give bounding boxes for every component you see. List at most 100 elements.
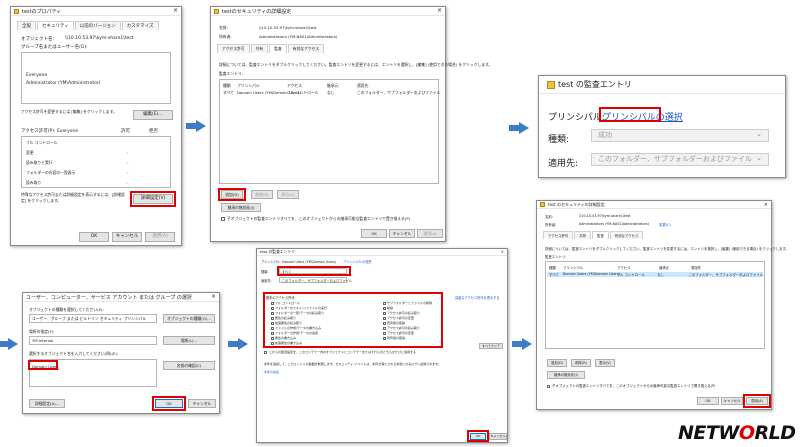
audit-entry-zoom: test の監査エントリ プリンシパル: プリンシパルの選択 種類: 成功 適用…	[538, 75, 786, 178]
clear-all-button[interactable]: すべてクリア	[479, 343, 503, 349]
permission-checkbox[interactable]: フォルダーのスキャン/ファイルの実行	[271, 306, 327, 310]
add-condition-link[interactable]: 条件の追加	[264, 370, 279, 374]
disable-inheritance-button[interactable]: 継承の無効化(I)	[547, 371, 585, 379]
permission-checkbox[interactable]: 属性の読み取り	[271, 316, 296, 320]
description-text: 詳細については、監査エントリをダブルクリックしてください。監査エントリを変更する…	[219, 62, 493, 67]
checkbox-icon[interactable]	[271, 306, 274, 310]
permission-checkbox[interactable]: アクセス許可の読み取り	[383, 326, 420, 330]
view-button[interactable]: 表示(V)	[595, 359, 615, 367]
permission-checkbox[interactable]: アクセス許可の変更	[383, 331, 414, 335]
type-dropdown[interactable]: 成功	[591, 129, 769, 142]
table-row[interactable]: すべて Domain Users (YM\Domain Users) フル コン…	[547, 272, 763, 277]
tab-auditing[interactable]: 監査	[269, 44, 287, 53]
ok-button[interactable]: OK	[361, 229, 387, 238]
checkbox-icon[interactable]	[271, 326, 274, 330]
ok-button[interactable]: OK	[697, 397, 719, 405]
user-administrator[interactable]: Administrator (YM\Administrator)	[26, 81, 100, 86]
checkbox-icon[interactable]	[271, 336, 274, 340]
permission-label: 属性の書き込み	[275, 336, 297, 340]
permission-checkbox[interactable]: 属性の書き込み	[271, 336, 296, 340]
view-button[interactable]: 表示(V)	[277, 190, 299, 199]
check-names-button[interactable]: 名前の確認(C)	[163, 361, 215, 370]
permission-checkbox[interactable]: 所有権の取得	[383, 336, 405, 340]
permission-checkbox[interactable]: 削除	[383, 306, 393, 310]
close-icon[interactable]: ×	[501, 249, 504, 255]
user-list[interactable]: Everyone Administrator (YM\Administrator…	[21, 52, 171, 104]
applies-dropdown[interactable]: このフォルダー、サブフォルダーおよびファイル	[591, 153, 769, 166]
permission-checkbox[interactable]: フォルダーの一覧/データの読み取り	[271, 311, 324, 315]
show-advanced-link[interactable]: 高度なアクセス許可を表示する	[455, 295, 499, 300]
cancel-button[interactable]: キャンセル	[489, 433, 507, 440]
permission-checkbox[interactable]: 所有権の取得	[383, 321, 405, 325]
tab-auditing[interactable]: 監査	[591, 231, 609, 239]
permission-checkbox[interactable]: ファイルの作成/データの書き込み	[271, 326, 321, 330]
highlight-box	[152, 396, 186, 411]
checkbox-icon[interactable]	[271, 316, 274, 320]
user-everyone[interactable]: Everyone	[26, 73, 47, 78]
tab-effective-access[interactable]: 有効なアクセス	[609, 231, 644, 239]
edit-button[interactable]: 編集(E)...	[133, 110, 173, 120]
permission-label: フル コントロール	[275, 301, 300, 305]
checkbox-icon[interactable]	[383, 326, 386, 330]
checkbox-icon[interactable]	[271, 311, 274, 315]
tab-permissions[interactable]: アクセス許可	[217, 44, 250, 53]
checkbox-icon[interactable]	[383, 321, 386, 325]
tab-permissions[interactable]: アクセス許可	[543, 231, 574, 239]
applies-dropdown[interactable]: このフォルダー、サブフォルダーおよびファイル	[279, 277, 352, 283]
table-row[interactable]: すべて Domain Users (YM\Domain Users) フル コン…	[223, 90, 441, 96]
change-owner-link[interactable]: 変更(C)	[659, 222, 671, 227]
apply-button[interactable]: 適用(A)	[417, 229, 443, 238]
checkbox-icon[interactable]	[383, 306, 386, 310]
object-types-button[interactable]: オブジェクトの種類(O)...	[163, 314, 215, 323]
permission-checkbox[interactable]: アクセス許可の変更	[383, 316, 414, 320]
cancel-button[interactable]: キャンセル	[389, 229, 415, 238]
disable-inheritance-button[interactable]: 継承の無効化(I)	[221, 203, 261, 212]
advanced-button[interactable]: 詳細設定(A)...	[29, 399, 65, 408]
checkbox-icon[interactable]	[264, 350, 267, 354]
tab-security[interactable]: セキュリティ	[37, 21, 74, 30]
permission-checkbox[interactable]: アクセス許可の読み取り	[383, 311, 420, 315]
checkbox-icon[interactable]	[271, 321, 274, 325]
checkbox-icon[interactable]	[383, 316, 386, 320]
add-button[interactable]: 追加(D)	[547, 359, 567, 367]
checkbox-icon[interactable]	[271, 331, 274, 335]
checkbox-icon[interactable]	[383, 301, 386, 305]
remove-button[interactable]: 削除(R)	[251, 190, 273, 199]
permission-checkbox[interactable]: フォルダーの作成/データの追加	[271, 331, 318, 335]
tab-effective-access[interactable]: 有効なアクセス	[287, 44, 325, 53]
checkbox-icon[interactable]	[383, 311, 386, 315]
checkbox-icon[interactable]	[271, 341, 274, 345]
permission-checkbox[interactable]: 拡張属性の読み取り	[271, 321, 302, 325]
replace-checkbox[interactable]: 子オブジェクトの監査エントリすべてを、このオブジェクトからの継承可能な監査エント…	[547, 383, 716, 388]
close-icon[interactable]: ×	[173, 8, 178, 14]
locations-button[interactable]: 場所(L)...	[163, 336, 215, 345]
cancel-button[interactable]: キャンセル	[188, 399, 216, 408]
remove-button[interactable]: 削除(R)	[571, 359, 591, 367]
checkbox-icon[interactable]	[383, 331, 386, 335]
close-icon[interactable]: ×	[437, 8, 442, 14]
replace-checkbox[interactable]: 子オブジェクトの監査エントリすべてを、このオブジェクトからの継承可能な監査エント…	[221, 216, 410, 222]
cancel-button[interactable]: キャンセル	[112, 232, 142, 242]
cancel-button[interactable]: キャンセル	[721, 397, 743, 405]
checkbox-icon[interactable]	[547, 384, 550, 388]
select-principal-link[interactable]: プリンシパルの選択	[343, 259, 372, 264]
apply-only-checkbox[interactable]: これらの監査設定を、このコンテナー内のオブジェクトとコンテナーまたはそれらのどち…	[264, 350, 416, 354]
checkbox-icon[interactable]	[383, 336, 386, 340]
permission-checkbox[interactable]: サブフォルダーとファイルの削除	[383, 301, 432, 305]
permission-checkbox[interactable]: 拡張属性の書き込み	[271, 341, 302, 345]
checkbox-icon[interactable]	[271, 301, 274, 305]
tab-customize[interactable]: カスタマイズ	[121, 21, 159, 30]
apply-button[interactable]: 適用(A)	[145, 232, 175, 242]
tab-share[interactable]: 共有	[250, 44, 269, 53]
tab-general[interactable]: 全般	[17, 21, 36, 30]
tab-share[interactable]: 共有	[574, 231, 591, 239]
ok-button[interactable]: OK	[79, 232, 109, 242]
checkbox-icon[interactable]	[221, 217, 225, 221]
permission-checkbox[interactable]: フル コントロール	[271, 301, 300, 305]
close-icon[interactable]: ×	[764, 202, 768, 208]
close-icon[interactable]: ×	[211, 294, 216, 300]
tab-previous-versions[interactable]: 以前のバージョン	[74, 21, 121, 30]
audit-entry-table: 種類 プリンシパル アクセス 継承元 適用先 すべて Domain Users …	[545, 261, 765, 349]
name-value: \\10.10.53.97\kym-share1\test	[579, 214, 631, 218]
audit-entry-title: test の監査エントリ	[260, 249, 296, 254]
